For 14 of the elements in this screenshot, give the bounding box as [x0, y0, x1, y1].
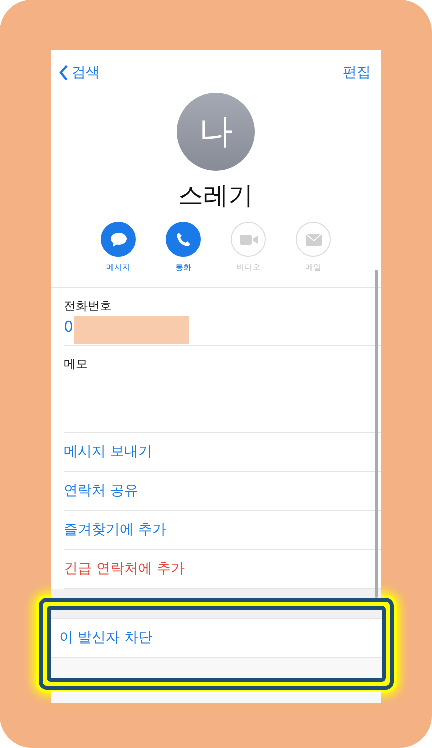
back-button[interactable]: 검색	[59, 64, 100, 82]
back-label: 검색	[72, 64, 100, 82]
phone-number[interactable]: 0	[64, 318, 381, 336]
phone-label: 전화번호	[64, 298, 113, 315]
edit-button[interactable]: 편집	[343, 64, 371, 82]
chevron-left-icon	[59, 65, 69, 81]
contact-name: 스레기	[178, 180, 254, 212]
memo-label: 메모	[64, 356, 89, 373]
block-caller-button[interactable]: 이 발신자 차단	[50, 618, 382, 658]
avatar: 나	[177, 93, 255, 171]
phone-icon	[176, 232, 192, 248]
video-camera-icon	[240, 234, 258, 246]
envelope-icon	[306, 234, 322, 246]
speech-bubble-icon	[110, 232, 128, 248]
